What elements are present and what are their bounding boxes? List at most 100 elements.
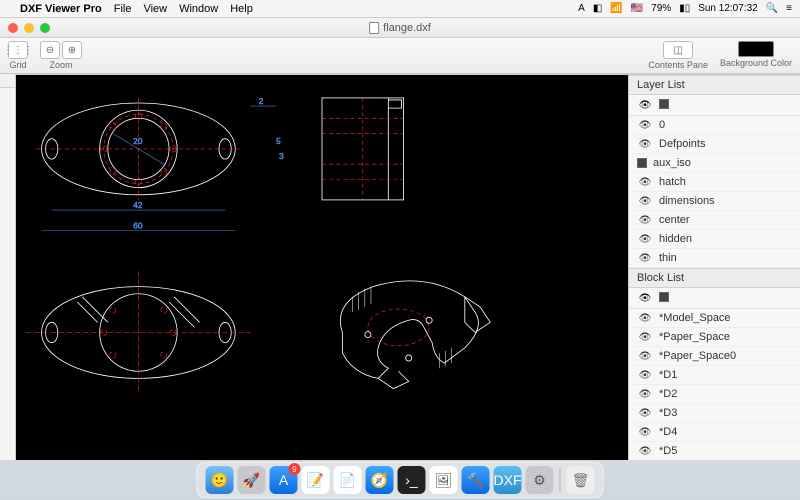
visibility-icon[interactable] [637,331,653,343]
dock-terminal[interactable]: ›_ [398,466,426,494]
zoom-tool[interactable]: ⊖ ⊕ Zoom [40,41,82,70]
bg-color-tool[interactable]: Background Color [720,41,792,68]
layer-controls [629,95,800,116]
dock-textedit[interactable]: 📄 [334,466,362,494]
battery-percent[interactable]: 79% [651,3,671,14]
zoom-button[interactable] [40,23,50,33]
layer-row[interactable]: center [629,211,800,230]
visibility-icon[interactable] [637,252,653,264]
minimize-button[interactable] [24,23,34,33]
toggle-all-visibility-icon[interactable] [637,99,653,111]
layer-row[interactable]: dimensions [629,192,800,211]
ruler-vertical [0,88,16,460]
block-name: *D5 [659,445,677,457]
clock[interactable]: Sun 12:07:32 [698,3,758,14]
dock-safari[interactable]: 🧭 [366,466,394,494]
layer-name: center [659,214,690,226]
block-row[interactable]: *Paper_Space0 [629,347,800,366]
contents-pane-tool[interactable]: ◫ Contents Pane [648,41,708,70]
visibility-icon[interactable] [637,369,653,381]
contents-pane-icon[interactable]: ◫ [663,41,693,59]
block-row[interactable]: *Model_Space [629,309,800,328]
block-name: *Model_Space [659,312,731,324]
layer-row[interactable]: thin [629,249,800,268]
visibility-icon[interactable] [637,233,653,245]
visibility-icon[interactable] [637,388,653,400]
dock-preview[interactable]: 🖼 [430,466,458,494]
macos-menubar: DXF Viewer Pro File View Window Help A ◧… [0,0,800,18]
layer-color-icon[interactable] [637,158,647,168]
zoom-label: Zoom [49,60,72,70]
menu-extra-icon[interactable]: ◧ [593,3,602,14]
zoom-out-icon[interactable]: ⊖ [40,41,60,59]
dock-finder[interactable]: 🙂 [206,466,234,494]
flag-icon[interactable]: 🇺🇸 [631,3,643,14]
wifi-icon[interactable]: 📶 [610,3,622,14]
block-row[interactable]: *D3 [629,404,800,423]
visibility-icon[interactable] [637,350,653,362]
appstore-badge: 9 [289,463,301,475]
block-row[interactable]: *Paper_Space [629,328,800,347]
visibility-icon[interactable] [637,138,653,150]
battery-icon[interactable]: ▮▯ [679,3,690,14]
layer-row[interactable]: Defpoints [629,135,800,154]
dim-small3: 3 [279,152,284,161]
visibility-icon[interactable] [637,214,653,226]
layer-name: 0 [659,119,665,131]
layer-name: hatch [659,176,686,188]
dim-diameter: 20 [133,137,143,146]
visibility-icon[interactable] [637,445,653,457]
menu-view[interactable]: View [143,3,167,15]
dock-dxf-viewer[interactable]: DXF [494,466,522,494]
dock-xcode[interactable]: 🔨 [462,466,490,494]
toggle-all-color-icon[interactable] [659,99,669,109]
menu-window[interactable]: Window [179,3,218,15]
layer-row[interactable]: hatch [629,173,800,192]
block-row[interactable]: *D2 [629,385,800,404]
dock-trash[interactable]: 🗑 [567,466,595,494]
layer-row[interactable]: 0 [629,116,800,135]
visibility-icon[interactable] [637,176,653,188]
block-row[interactable]: *D4 [629,423,800,442]
layer-name: aux_iso [653,157,691,169]
menu-file[interactable]: File [114,3,132,15]
layer-name: hidden [659,233,692,245]
spotlight-icon[interactable]: 🔍 [766,3,778,14]
ruler-corner [0,74,16,88]
grid-tool[interactable]: ⋮⋮⋮ Grid [8,41,28,70]
bg-color-swatch[interactable] [738,41,774,57]
dock-launchpad[interactable]: 🚀 [238,466,266,494]
close-button[interactable] [8,23,18,33]
layer-row[interactable]: hidden [629,230,800,249]
menu-help[interactable]: Help [230,3,253,15]
block-row[interactable]: *D1 [629,366,800,385]
block-row[interactable]: *D5 [629,442,800,460]
adobe-icon[interactable]: A [578,3,585,14]
dock-notes[interactable]: 📝 [302,466,330,494]
block-name: *D2 [659,388,677,400]
layer-row[interactable]: aux_iso [629,154,800,173]
dock-settings[interactable]: ⚙ [526,466,554,494]
zoom-in-icon[interactable]: ⊕ [62,41,82,59]
grid-icon[interactable]: ⋮⋮⋮ [8,41,28,59]
bg-color-label: Background Color [720,58,792,68]
visibility-icon[interactable] [637,426,653,438]
dim-inner: 42 [133,201,143,210]
visibility-icon[interactable] [637,407,653,419]
toggle-all-block-visibility-icon[interactable] [637,292,653,304]
layer-name: thin [659,252,677,264]
drawing-canvas[interactable]: 20 42 60 2 5 3 [16,75,628,460]
visibility-icon[interactable] [637,195,653,207]
block-name: *Paper_Space0 [659,350,736,362]
app-window: flange.dxf ⋮⋮⋮ Grid ⊖ ⊕ Zoom ◫ Contents … [0,18,800,460]
window-titlebar: flange.dxf [0,18,800,38]
app-name[interactable]: DXF Viewer Pro [20,3,102,15]
visibility-icon[interactable] [637,119,653,131]
block-name: *D4 [659,426,677,438]
block-list-header: Block List [629,268,800,288]
toolbar: ⋮⋮⋮ Grid ⊖ ⊕ Zoom ◫ Contents Pane Backgr… [0,38,800,74]
toggle-all-block-color-icon[interactable] [659,292,669,302]
visibility-icon[interactable] [637,312,653,324]
document-icon [369,22,379,34]
notification-center-icon[interactable]: ≡ [786,3,792,14]
